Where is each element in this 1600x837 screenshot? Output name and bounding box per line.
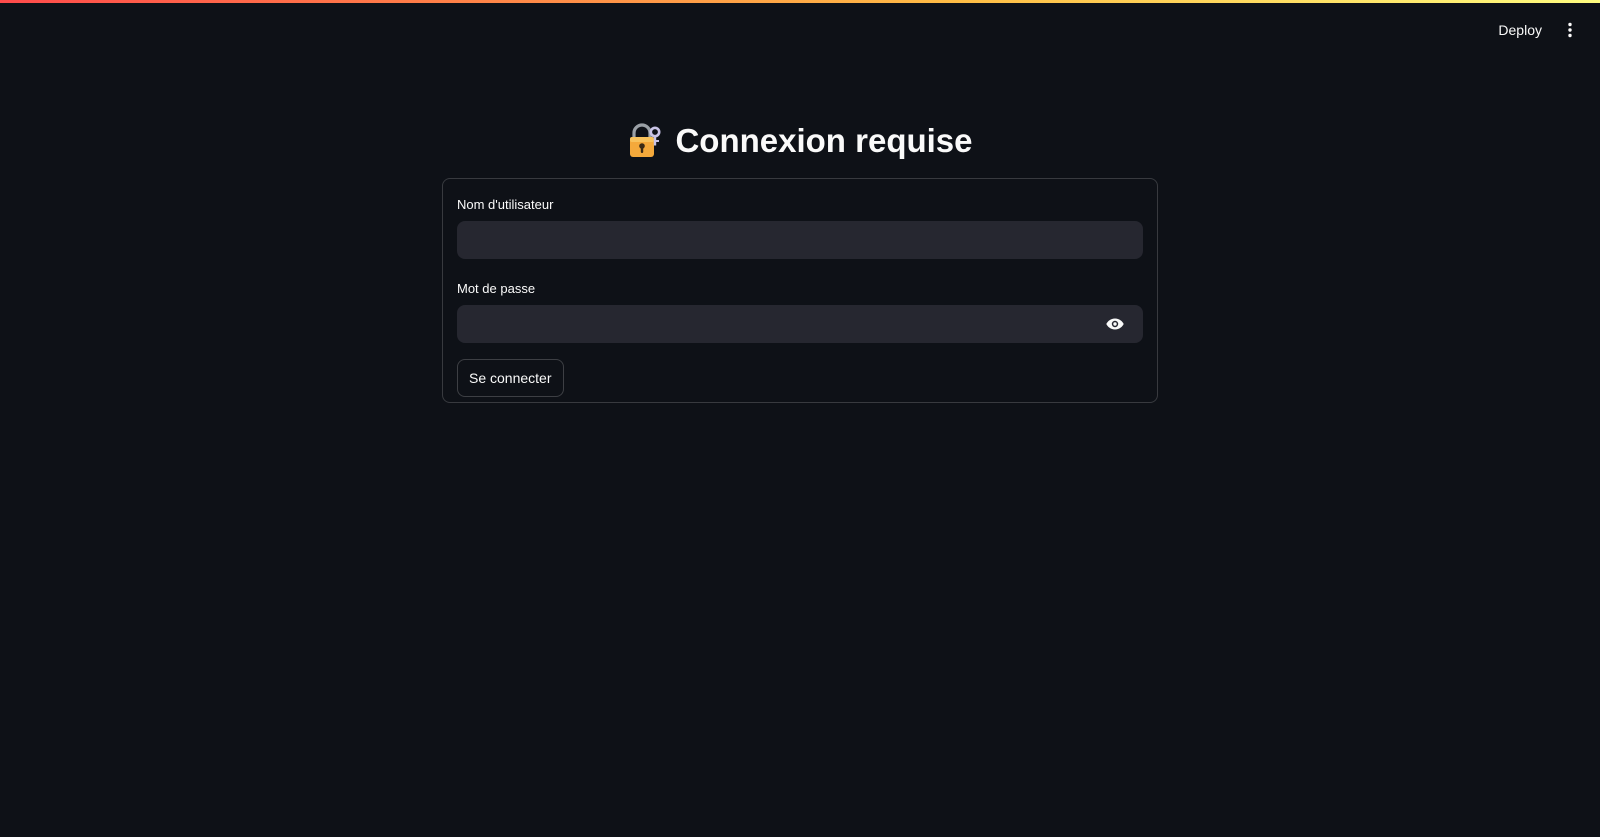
- password-input[interactable]: [457, 305, 1143, 343]
- username-input-wrapper: [457, 221, 1143, 259]
- page-title-text: Connexion requise: [675, 122, 973, 159]
- deploy-button[interactable]: Deploy: [1490, 19, 1550, 41]
- login-submit-button[interactable]: Se connecter: [457, 359, 564, 397]
- app-header: Deploy: [0, 0, 1600, 60]
- lock-with-key-icon: [630, 123, 661, 157]
- show-password-button[interactable]: [1105, 314, 1125, 334]
- main-menu-button[interactable]: [1558, 18, 1582, 42]
- username-input[interactable]: [457, 221, 1143, 259]
- login-form: Nom d'utilisateur Mot de passe Se connec…: [442, 178, 1158, 403]
- vertical-dots-icon: [1568, 22, 1572, 38]
- username-label: Nom d'utilisateur: [457, 197, 554, 212]
- password-input-wrapper: [457, 305, 1143, 343]
- password-label: Mot de passe: [457, 281, 536, 296]
- eye-icon: [1106, 318, 1124, 330]
- page-title: Connexion requise: [442, 110, 1158, 172]
- main-content: Connexion requise Nom d'utilisateur Mot …: [442, 110, 1158, 403]
